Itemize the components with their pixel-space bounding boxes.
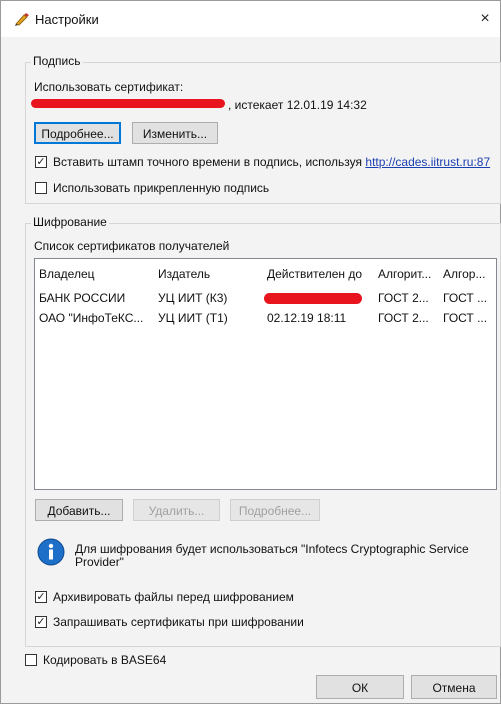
row-algorithm-1: ГОСТ 2... [378, 291, 429, 305]
add-recipient-button[interactable]: Добавить... [35, 499, 123, 521]
column-header-algorithm-1[interactable]: Алгорит... [378, 267, 431, 281]
ok-button[interactable]: ОК [316, 675, 404, 699]
row-algorithm-2: ГОСТ ... [443, 291, 488, 305]
timestamp-checkbox[interactable]: ✓ [35, 156, 47, 168]
recipients-list-label: Список сертификатов получателей [34, 239, 230, 253]
base64-label: Кодировать в BASE64 [43, 653, 167, 667]
column-header-valid-to[interactable]: Действителен до [267, 267, 362, 281]
row-valid-to: 02.12.19 18:11 [267, 311, 347, 325]
change-certificate-button[interactable]: Изменить... [132, 122, 218, 144]
base64-checkbox[interactable] [25, 654, 37, 666]
timestamp-checkbox-label: Вставить штамп точного времени в подпись… [53, 155, 491, 169]
pen-icon [15, 13, 29, 26]
use-certificate-label: Использовать сертификат: [34, 80, 184, 94]
row-owner: ОАО "ИнфоТеКС... [39, 311, 144, 325]
row-algorithm-1: ГОСТ 2... [378, 311, 429, 325]
recipients-certificate-list[interactable]: Владелец Издатель Действителен до Алгори… [34, 258, 497, 490]
checkmark-icon: ✓ [36, 156, 46, 168]
cancel-button[interactable]: Отмена [411, 675, 497, 699]
recipient-details-button[interactable]: Подробнее... [230, 499, 320, 521]
checkmark-icon: ✓ [36, 616, 46, 628]
table-row[interactable]: БАНК РОССИИ УЦ ИИТ (К3) ГОСТ 2... ГОСТ .… [35, 289, 496, 307]
certificate-expiry: , истекает 12.01.19 14:32 [228, 98, 367, 112]
window-title: Настройки [35, 12, 99, 27]
title-bar[interactable]: Настройки × [1, 1, 500, 37]
ask-certificates-label: Запрашивать сертификаты при шифровании [53, 615, 304, 629]
row-issuer: УЦ ИИТ (К3) [158, 291, 228, 305]
archive-files-label: Архивировать файлы перед шифрованием [53, 590, 294, 604]
table-row[interactable]: ОАО "ИнфоТеКС... УЦ ИИТ (Т1) 02.12.19 18… [35, 309, 496, 327]
row-algorithm-2: ГОСТ ... [443, 311, 488, 325]
column-header-issuer[interactable]: Издатель [158, 267, 210, 281]
settings-dialog: Настройки × Подпись Использовать сертифи… [0, 0, 501, 704]
column-header-algorithm-2[interactable]: Алгор... [443, 267, 485, 281]
attached-signature-checkbox[interactable] [35, 182, 47, 194]
checkmark-icon: ✓ [36, 591, 46, 603]
redacted-valid-to [264, 293, 362, 304]
signature-details-button[interactable]: Подробнее... [34, 122, 121, 144]
column-header-owner[interactable]: Владелец [39, 267, 95, 281]
redacted-certificate-name [31, 99, 225, 108]
delete-recipient-button[interactable]: Удалить... [133, 499, 220, 521]
close-icon[interactable]: × [474, 9, 496, 29]
signature-group-label: Подпись [31, 54, 83, 68]
csp-info-text: Для шифрования будет использоваться "Inf… [75, 542, 469, 569]
archive-files-checkbox[interactable]: ✓ [35, 591, 47, 603]
encryption-group-label: Шифрование [31, 215, 109, 229]
row-issuer: УЦ ИИТ (Т1) [158, 311, 228, 325]
row-owner: БАНК РОССИИ [39, 291, 126, 305]
ask-certificates-checkbox[interactable]: ✓ [35, 616, 47, 628]
attached-signature-label: Использовать прикрепленную подпись [53, 181, 270, 195]
info-icon [37, 538, 65, 566]
timestamp-server-link[interactable]: http://cades.iitrust.ru:87 [365, 155, 490, 169]
